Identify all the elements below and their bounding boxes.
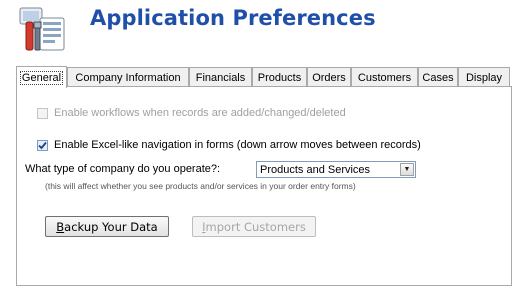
header: Application Preferences bbox=[0, 0, 516, 62]
checkmark-icon bbox=[38, 141, 47, 149]
tab-bar: General Company Information Financials P… bbox=[16, 66, 512, 88]
workflows-checkbox[interactable] bbox=[37, 107, 48, 119]
chevron-down-icon[interactable]: ▼ bbox=[400, 163, 414, 176]
tab-display[interactable]: Display bbox=[458, 67, 510, 87]
excel-navigation-option: Enable Excel-like navigation in forms (d… bbox=[37, 139, 421, 151]
excel-navigation-label: Enable Excel-like navigation in forms (d… bbox=[54, 139, 421, 151]
page-title: Application Preferences bbox=[90, 6, 376, 30]
backup-accelerator: B bbox=[56, 219, 65, 234]
tab-customers[interactable]: Customers bbox=[351, 67, 418, 87]
import-customers-button[interactable]: Import Customers bbox=[192, 216, 316, 237]
tab-orders[interactable]: Orders bbox=[307, 67, 351, 87]
tab-label: Cases bbox=[422, 71, 454, 84]
tab-label: General bbox=[19, 70, 64, 85]
tab-company-information[interactable]: Company Information bbox=[67, 67, 189, 87]
company-type-label: What type of company do you operate?: bbox=[25, 163, 221, 175]
tab-label: Display bbox=[465, 71, 503, 84]
backup-data-button[interactable]: Backup Your Data bbox=[45, 216, 169, 237]
tab-products[interactable]: Products bbox=[252, 67, 307, 87]
import-label: mport Customers bbox=[205, 219, 306, 234]
tab-label: Orders bbox=[312, 71, 346, 84]
workflows-label: Enable workflows when records are added/… bbox=[54, 107, 346, 119]
company-type-note: (this will affect whether you see produc… bbox=[45, 181, 356, 191]
company-type-value: Products and Services bbox=[260, 163, 371, 176]
backup-label: ackup Your Data bbox=[64, 219, 158, 234]
tab-label: Customers bbox=[357, 71, 412, 84]
general-tab-panel: Enable workflows when records are added/… bbox=[16, 86, 512, 286]
preferences-tools-icon bbox=[19, 7, 65, 51]
tab-financials[interactable]: Financials bbox=[189, 67, 252, 87]
tab-cases[interactable]: Cases bbox=[418, 67, 458, 87]
tab-label: Products bbox=[257, 71, 302, 84]
tab-general[interactable]: General bbox=[16, 66, 67, 88]
tab-label: Company Information bbox=[75, 71, 181, 84]
tab-label: Financials bbox=[195, 71, 246, 84]
workflows-option: Enable workflows when records are added/… bbox=[37, 107, 346, 119]
company-type-select[interactable]: Products and Services ▼ bbox=[256, 161, 416, 178]
excel-navigation-checkbox[interactable] bbox=[37, 139, 48, 151]
